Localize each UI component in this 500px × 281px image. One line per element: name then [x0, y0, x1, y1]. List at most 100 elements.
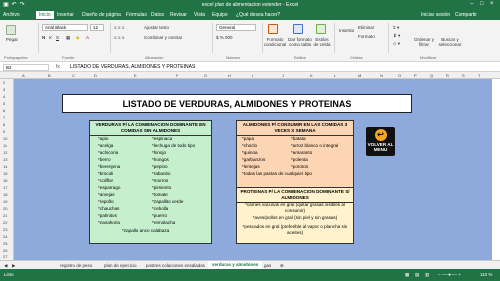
starch-cell[interactable]: *amaranto [291, 150, 312, 157]
underline-button[interactable]: S [56, 35, 59, 40]
zoom-level[interactable]: 110 % [480, 272, 492, 277]
page-layout-icon[interactable]: ▤ [415, 272, 419, 278]
font-color-icon[interactable]: A [86, 35, 89, 40]
currency-icon[interactable]: $ % 000 [216, 35, 233, 40]
veg-footer-cell[interactable]: *zapallo anco calabaza [122, 228, 169, 235]
row-header[interactable]: 13 [3, 157, 7, 162]
starch-cell[interactable]: *arroz blanco o integral [291, 143, 338, 150]
row-header[interactable]: 10 [3, 136, 7, 141]
align-top-icon[interactable]: ≡ ≡ ≡ [114, 25, 124, 30]
column-header[interactable]: D [94, 73, 97, 78]
column-header[interactable]: J [282, 73, 284, 78]
veg-cell[interactable]: *chauchas [98, 206, 119, 213]
tab-datos[interactable]: Datos [151, 12, 164, 18]
row-header[interactable]: 12 [3, 150, 7, 155]
normal-view-icon[interactable]: ▦ [405, 272, 409, 278]
column-header[interactable]: B [48, 73, 51, 78]
sheet-tab[interactable]: plan de ejercicio [104, 263, 137, 268]
fx-icon[interactable]: fx [56, 64, 60, 70]
veg-cell[interactable]: *palmitos [98, 213, 117, 220]
starches-header[interactable]: ALMIDONES P/ CONSUMIR EN LAS COMIDAS 3 V… [237, 121, 353, 136]
sort-filter-button[interactable]: Ordenar y filtrar [413, 37, 435, 47]
find-select-button[interactable]: Buscar y seleccionar [438, 37, 462, 47]
italic-button[interactable]: K [49, 35, 52, 40]
format-table-icon[interactable] [293, 24, 303, 34]
autosum-icon[interactable]: Σ ▾ [393, 25, 399, 31]
veg-cell[interactable]: *arvejas [98, 192, 115, 199]
veg-cell[interactable]: *esparrago [98, 185, 120, 192]
column-header[interactable]: A [22, 73, 25, 78]
starch-cell[interactable]: *garbanzos [242, 157, 265, 164]
column-header[interactable]: C [72, 73, 75, 78]
format-cells-button[interactable]: Formato [358, 34, 375, 39]
clear-icon[interactable]: ◇ ▾ [393, 41, 400, 47]
vegetables-header[interactable]: VERDURAS P/ LA COMBINACION DOMINANTE EN … [90, 121, 211, 136]
sheet-tab[interactable]: registro de peso [60, 263, 92, 268]
column-header[interactable]: S [462, 73, 465, 78]
starch-cell[interactable]: *batata [291, 136, 306, 143]
column-header[interactable]: N [380, 73, 383, 78]
veg-cell[interactable]: *pepino [152, 164, 168, 171]
row-header[interactable]: 9 [3, 129, 5, 134]
row-header[interactable]: 15 [3, 171, 7, 176]
row-header[interactable]: 24 [3, 234, 7, 239]
sheet-tab[interactable]: postres colaciones ensaladas [146, 263, 205, 268]
protein-cell[interactable]: *pescados en gral (preferible al vapor o… [239, 224, 351, 235]
row-header[interactable]: 17 [3, 185, 7, 190]
column-header[interactable]: L [334, 73, 336, 78]
conditional-format-icon[interactable] [268, 24, 278, 34]
tab-revisar[interactable]: Revisar [170, 12, 187, 18]
row-header[interactable]: 2 [3, 80, 5, 85]
name-box[interactable]: B2 [3, 64, 49, 71]
row-header[interactable]: 11 [3, 143, 7, 148]
cell-styles-button[interactable]: Estilos de celda [313, 37, 331, 47]
proteins-header[interactable]: PROTEINAS P/ LA COMBINACION DOMINANTE S/… [237, 188, 353, 203]
row-header[interactable]: 8 [3, 122, 5, 127]
row-header[interactable]: 18 [3, 192, 7, 197]
sheet-heading[interactable]: LISTADO DE VERDURAS, ALMIDONES Y PROTEIN… [62, 94, 412, 113]
veg-cell[interactable]: *zanahoria [98, 220, 120, 227]
font-name-select[interactable]: Arial Black [42, 24, 88, 31]
veg-cell[interactable]: *pimiento [152, 185, 171, 192]
veg-cell[interactable]: *achicoria [98, 150, 118, 157]
row-header[interactable]: 4 [3, 94, 5, 99]
row-header[interactable]: 23 [3, 227, 7, 232]
conditional-format-button[interactable]: Formato condicional [263, 37, 287, 47]
veg-cell[interactable]: *puerro [152, 213, 167, 220]
starch-cell[interactable]: *quinoa [242, 150, 258, 157]
wrap-text-button[interactable]: Ajustar texto [144, 25, 169, 30]
maximize-icon[interactable]: □ [480, 1, 484, 7]
veg-cell[interactable]: *berro [98, 157, 111, 164]
worksheet-grid[interactable]: LISTADO DE VERDURAS, ALMIDONES Y PROTEIN… [14, 79, 492, 260]
column-header[interactable]: I [252, 73, 253, 78]
tab-insertar[interactable]: Insertar [57, 12, 74, 18]
row-header[interactable]: 21 [3, 213, 7, 218]
font-size-select[interactable]: 12 [90, 24, 104, 31]
cell-styles-icon[interactable] [316, 24, 326, 34]
bold-button[interactable]: N [42, 35, 45, 40]
starch-cell[interactable]: *porotos [291, 164, 308, 171]
protein-cell[interactable]: *aves/pollos en gral (sin piel y sin gra… [239, 215, 351, 221]
veg-cell[interactable]: *rabanito [152, 171, 170, 178]
format-table-button[interactable]: Dar formato como tabla [288, 37, 312, 47]
tab-diseno-pagina[interactable]: Diseño de página [82, 12, 121, 18]
insert-cells-button[interactable]: Insertar [339, 28, 354, 33]
column-header[interactable]: O [398, 73, 401, 78]
column-header[interactable]: P [414, 73, 417, 78]
row-header[interactable]: 20 [3, 206, 7, 211]
column-header[interactable]: Q [430, 73, 433, 78]
starch-cell[interactable]: *choclo [242, 143, 257, 150]
row-header[interactable]: 27 [3, 254, 7, 259]
borders-icon[interactable]: ▦ [66, 35, 70, 41]
fill-color-icon[interactable]: ◆ [76, 35, 79, 41]
row-header[interactable]: 6 [3, 108, 5, 113]
veg-cell[interactable]: *hinojo [152, 150, 166, 157]
delete-cells-button[interactable]: Eliminar [358, 25, 374, 30]
formula-input[interactable]: LISTADO DE VERDURAS, ALMIDONES Y PROTEIN… [70, 64, 195, 71]
row-header[interactable]: 7 [3, 115, 5, 120]
sheet-tab[interactable]: gas [264, 263, 271, 268]
column-header[interactable]: K [310, 73, 313, 78]
veg-cell[interactable]: *coliflor [98, 178, 113, 185]
veg-cell[interactable]: *lechuga de todo tipo [152, 143, 195, 150]
column-header[interactable]: E [134, 73, 137, 78]
